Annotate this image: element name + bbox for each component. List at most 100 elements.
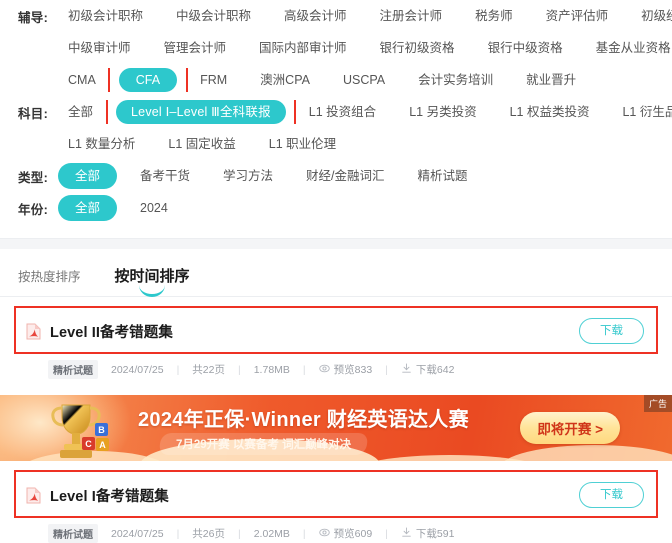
sort-bar-rule	[0, 296, 672, 297]
filter-option[interactable]: L1 投资组合	[299, 100, 386, 124]
filter-option[interactable]: 会计实务培训	[408, 68, 503, 92]
pdf-icon	[26, 323, 41, 340]
filter-option[interactable]: 国际内部审计师	[249, 36, 357, 60]
list-item[interactable]: Level I备考错题集 下载 精析试题 2024/07/25 | 共26页 |…	[14, 470, 658, 543]
filter-option[interactable]: 财经/金融词汇	[296, 164, 394, 188]
filter-options: 全部 Level Ⅰ–Level Ⅲ全科联报 L1 投资组合 L1 另类投资 L1 权益…	[58, 100, 672, 124]
document-date: 2024/07/25	[111, 363, 164, 376]
filter-option[interactable]: L1 数量分析	[58, 132, 145, 156]
filter-option[interactable]: 精析试题	[408, 164, 478, 188]
filter-options: 中级审计师管理会计师国际内部审计师银行初级资格银行中级资格基金从业资格证券从	[58, 36, 672, 60]
ad-label: 广告	[643, 395, 672, 412]
document-meta-row: 精析试题 2024/07/25 | 共26页 | 2.02MB | 预览609 …	[18, 524, 654, 543]
filter-option[interactable]: 就业晋升	[516, 68, 586, 92]
filter-option[interactable]: FRM	[190, 68, 237, 92]
filter-option[interactable]: L1 固定收益	[158, 132, 245, 156]
meta-divider: |	[176, 527, 180, 540]
document-header-row[interactable]: Level I备考错题集 下载	[18, 475, 654, 515]
filter-option[interactable]: USCPA	[333, 68, 395, 92]
highlighted-filter-wrap: CFA	[107, 68, 189, 92]
filter-option[interactable]: 基金从业资格	[586, 36, 672, 60]
document-pages: 共22页	[192, 364, 225, 376]
filter-option[interactable]: L1 另类投资	[399, 100, 486, 124]
filter-options: L1 数量分析 L1 固定收益 L1 职业伦理	[58, 132, 359, 156]
document-tag: 精析试题	[48, 360, 98, 379]
eye-icon	[318, 363, 330, 377]
filter-option[interactable]: 初级经济师	[631, 4, 672, 28]
filter-option[interactable]: 银行中级资格	[478, 36, 573, 60]
section-divider	[0, 238, 672, 249]
filter-option[interactable]: 初级会计职称	[58, 4, 153, 28]
meta-divider: |	[302, 527, 306, 540]
filter-option[interactable]: 管理会计师	[154, 36, 237, 60]
filter-options: 初级会计职称中级会计职称高级会计师注册会计师税务师资产评估师初级经济师	[58, 4, 672, 28]
ad-subtitle: 7月29开赛 以赛备考 词汇巅峰对决	[158, 433, 369, 455]
block-b: B	[95, 423, 108, 436]
filter-label: 年份:	[18, 202, 49, 217]
filter-option[interactable]: L1 权益类投资	[500, 100, 600, 124]
ad-banner[interactable]: B C A 2024年正保·Winner 财经英语达人赛 7月29开赛 以赛备考…	[0, 395, 672, 461]
list-item[interactable]: Level II备考错题集 下载 精析试题 2024/07/25 | 共22页 …	[14, 306, 658, 379]
filter-label: 辅导:	[18, 10, 49, 25]
filter-row-4-1: 年份: 全部 2024	[0, 192, 672, 224]
download-icon	[401, 362, 412, 377]
ad-cta-button[interactable]: 即将开赛 >	[520, 412, 620, 444]
filter-option-active[interactable]: CFA	[118, 68, 178, 92]
filter-option[interactable]: L1 衍生品	[612, 100, 672, 124]
block-a: A	[96, 438, 109, 451]
meta-divider: |	[385, 363, 388, 376]
filter-option[interactable]: 资产评估师	[536, 4, 619, 28]
filter-option[interactable]: 中级审计师	[58, 36, 141, 60]
document-title[interactable]: Level II备考错题集	[50, 321, 173, 342]
meta-divider: |	[385, 527, 388, 540]
filter-row-2-2: L1 数量分析 L1 固定收益 L1 职业伦理	[0, 128, 672, 160]
filter-option[interactable]: 银行初级资格	[370, 36, 465, 60]
page-root: 辅导: 初级会计职称中级会计职称高级会计师注册会计师税务师资产评估师初级经济师中级…	[0, 0, 672, 543]
filter-option[interactable]: 注册会计师	[370, 4, 453, 28]
filter-label: 类型:	[18, 170, 49, 185]
filter-option[interactable]: 学习方法	[213, 164, 283, 188]
block-c: C	[82, 437, 95, 450]
filter-option[interactable]: 税务师	[465, 4, 523, 28]
filter-option-active[interactable]: 全部	[58, 163, 118, 189]
ad-title: 2024年正保·Winner 财经英语达人赛	[138, 409, 469, 431]
document-views: 预览609	[333, 528, 373, 540]
filter-row-3-1: 类型: 全部 备考干货 学习方法 财经/金融词汇 精析试题	[0, 160, 672, 192]
document-pages: 共26页	[192, 528, 225, 540]
filter-options: 全部 2024	[58, 195, 191, 221]
filter-row-1-3: CMA CFA FRM 澳洲CPA USCPA 会计实务培训 就业晋升	[0, 64, 672, 96]
sort-option-label: 按热度排序	[18, 270, 81, 284]
document-date: 2024/07/25	[111, 527, 164, 540]
document-downloads: 下载642	[415, 364, 455, 376]
pdf-icon	[26, 487, 41, 504]
meta-divider: |	[237, 527, 241, 540]
filter-label: 科目:	[18, 106, 49, 121]
document-meta-row: 精析试题 2024/07/25 | 共22页 | 1.78MB | 预览833 …	[18, 360, 654, 379]
filter-panel: 辅导: 初级会计职称中级会计职称高级会计师注册会计师税务师资产评估师初级经济师中级…	[0, 0, 672, 230]
filter-option[interactable]: CMA	[58, 68, 106, 92]
filter-option-active[interactable]: Level Ⅰ–Level Ⅲ全科联报	[116, 100, 286, 124]
document-title[interactable]: Level I备考错题集	[50, 485, 169, 506]
filter-options: 全部 备考干货 学习方法 财经/金融词汇 精析试题	[58, 163, 491, 189]
download-button[interactable]: 下载	[579, 482, 644, 508]
document-list-bottom: Level I备考错题集 下载 精析试题 2024/07/25 | 共26页 |…	[0, 470, 672, 543]
filter-option[interactable]: 备考干货	[130, 164, 200, 188]
filter-option[interactable]: 中级会计职称	[166, 4, 261, 28]
download-button[interactable]: 下载	[579, 318, 644, 344]
filter-option-active[interactable]: 全部	[58, 195, 118, 221]
filter-option[interactable]: 全部	[58, 100, 103, 124]
sort-option-2[interactable]: 按时间排序	[114, 265, 190, 297]
filter-option[interactable]: 澳洲CPA	[250, 68, 320, 92]
download-icon	[401, 526, 412, 541]
filter-option[interactable]: 高级会计师	[274, 4, 357, 28]
highlighted-filter-wrap: Level Ⅰ–Level Ⅲ全科联报	[106, 100, 296, 124]
filter-option[interactable]: L1 职业伦理	[259, 132, 346, 156]
document-header-row[interactable]: Level II备考错题集 下载	[18, 311, 654, 351]
filter-row-1-1: 辅导: 初级会计职称中级会计职称高级会计师注册会计师税务师资产评估师初级经济师	[0, 0, 672, 32]
document-size: 1.78MB	[253, 363, 290, 376]
sort-option-label: 按时间排序	[114, 268, 190, 285]
document-size: 2.02MB	[253, 527, 290, 540]
filter-option[interactable]: 2024	[130, 196, 178, 220]
sort-option-1[interactable]: 按热度排序	[18, 266, 81, 285]
document-tag: 精析试题	[48, 524, 98, 543]
